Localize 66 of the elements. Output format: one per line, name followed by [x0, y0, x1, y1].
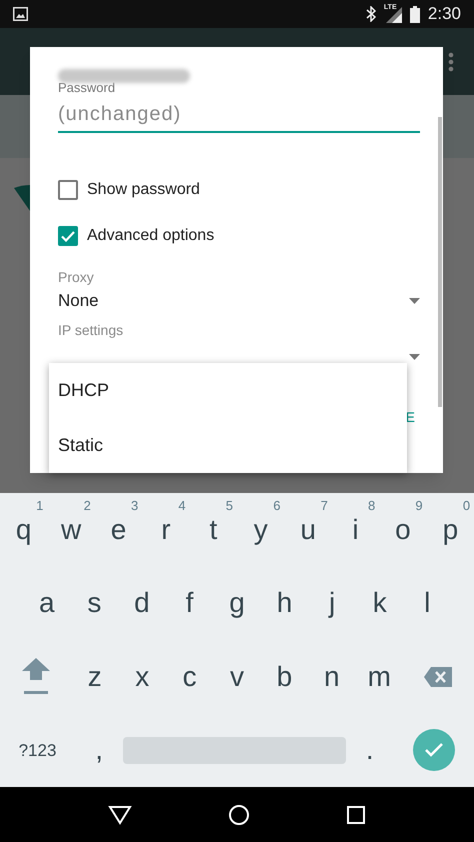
key-hint: 8 [368, 499, 376, 512]
proxy-label: Proxy [58, 268, 95, 287]
home-icon[interactable] [228, 804, 250, 826]
key-hint: 0 [462, 499, 470, 512]
key-hint: 6 [273, 499, 280, 512]
keyboard-key[interactable]: r 4 [142, 493, 190, 566]
keyboard-key[interactable]: w 2 [47, 493, 95, 566]
shift-icon[interactable] [22, 658, 50, 696]
proxy-dropdown[interactable]: None [58, 288, 420, 314]
key-hint: 9 [415, 499, 423, 512]
password-label: Password [58, 80, 116, 95]
key-hint: 1 [36, 499, 44, 512]
key-hint: 7 [320, 499, 328, 512]
keyboard-key[interactable]: o 9 [379, 493, 427, 566]
checkbox-label: Advanced options [87, 226, 214, 246]
checkbox[interactable] [58, 226, 78, 246]
key-hint: 5 [226, 499, 234, 512]
keyboard-key[interactable]: e 3 [94, 493, 142, 566]
dropdown-option[interactable]: Static [49, 418, 407, 473]
bluetooth-icon [366, 6, 376, 22]
keyboard-key[interactable]: k [356, 566, 404, 640]
keyboard-key[interactable]: , [75, 714, 124, 787]
enter-key[interactable] [412, 729, 455, 772]
symbols-key[interactable]: ?123 [0, 714, 75, 787]
keyboard-key[interactable]: n [308, 640, 356, 714]
save-button[interactable]: E [406, 407, 415, 428]
keyboard-key[interactable]: q 1 [0, 493, 48, 566]
keyboard-key[interactable]: b [260, 640, 308, 714]
keyboard-key[interactable]: u 7 [284, 493, 332, 566]
keyboard-key[interactable]: m [356, 640, 403, 714]
dropdown-arrow-icon [409, 354, 420, 360]
clock: 2:30 [428, 3, 461, 26]
keyboard-key[interactable]: j [308, 566, 356, 640]
keyboard-key[interactable]: t 5 [190, 493, 238, 566]
backspace-icon[interactable] [424, 666, 452, 687]
key-hint: 2 [84, 499, 91, 512]
keyboard-key[interactable]: x [118, 640, 166, 714]
checkbox[interactable] [58, 180, 78, 200]
checkbox-label: Show password [87, 180, 200, 200]
keyboard-key[interactable]: d [118, 566, 166, 640]
keyboard-key[interactable]: f [166, 566, 214, 640]
keyboard-key[interactable]: v [213, 640, 261, 714]
keyboard-key[interactable]: y 6 [237, 493, 284, 566]
back-icon[interactable] [108, 804, 132, 824]
keyboard-key[interactable]: s [70, 566, 118, 640]
keyboard-key[interactable]: c [166, 640, 214, 714]
battery-icon [410, 6, 420, 22]
image-icon [13, 7, 28, 21]
keyboard-key[interactable]: p 0 [426, 493, 474, 566]
key-hint: 4 [178, 499, 186, 512]
more-icon [448, 52, 454, 72]
keyboard-key[interactable]: l [404, 566, 452, 640]
key-hint: 3 [130, 499, 138, 512]
recents-icon[interactable] [346, 804, 366, 824]
keyboard-key[interactable]: . [346, 714, 394, 787]
dropdown-arrow-icon [409, 298, 420, 304]
keyboard-key[interactable]: a [23, 566, 71, 640]
password-field[interactable]: (unchanged) [58, 97, 420, 133]
keyboard-key[interactable]: i 8 [332, 493, 380, 566]
signal-icon [384, 5, 402, 23]
keyboard-key[interactable]: z [71, 640, 118, 714]
dropdown-option[interactable]: DHCP [49, 363, 407, 418]
ip-settings-label: IP settings [58, 321, 124, 340]
keyboard-key[interactable]: g [213, 566, 261, 640]
checkmark-icon [424, 743, 443, 758]
keyboard-key[interactable]: h [260, 566, 308, 640]
